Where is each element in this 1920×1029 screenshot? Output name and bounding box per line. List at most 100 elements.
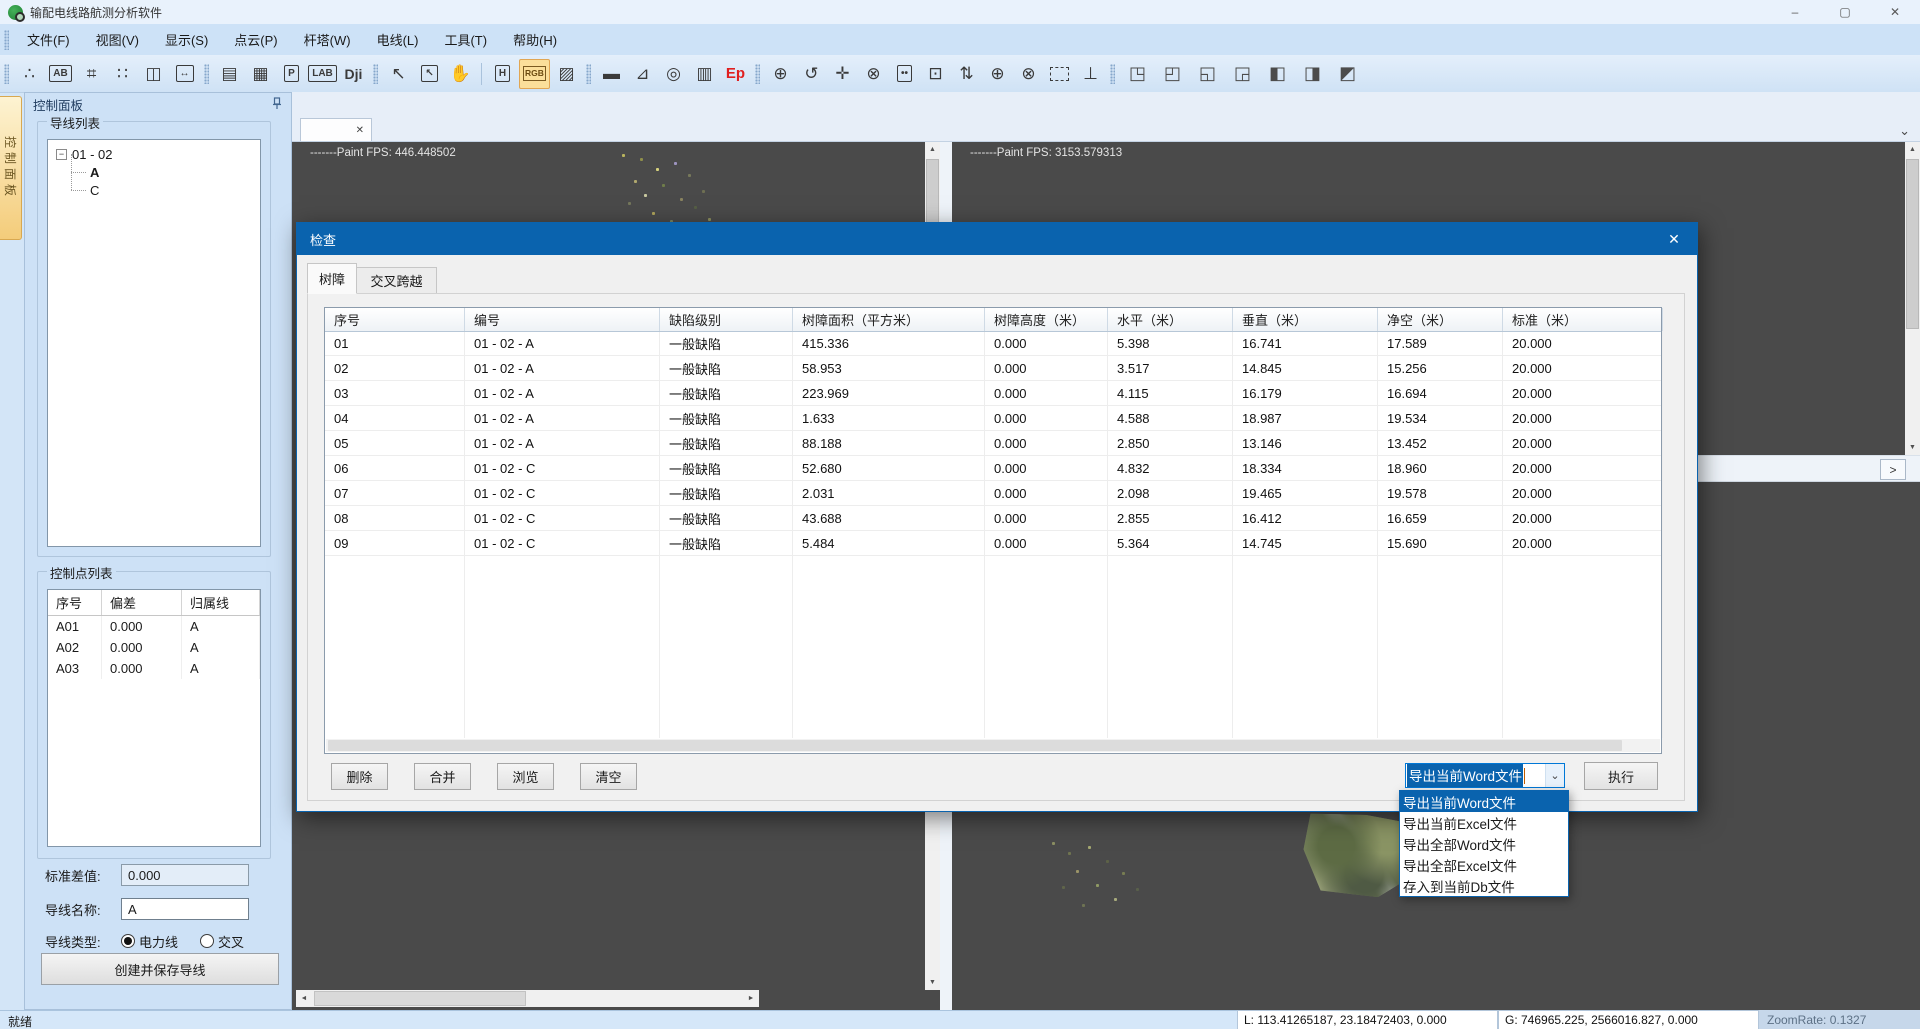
menu-item-display[interactable]: 显示(S) xyxy=(152,24,221,55)
table-row[interactable]: 0101 - 02 - A一般缺陷415.3360.0005.39816.741… xyxy=(325,331,1661,356)
control-point-table[interactable]: 序号偏差归属线 A010.000AA020.000AA030.000A xyxy=(47,589,261,847)
table-row[interactable]: 0301 - 02 - A一般缺陷223.9690.0004.11516.179… xyxy=(325,381,1661,406)
sort-height-icon[interactable]: ⇅ xyxy=(952,60,981,88)
label-list-icon[interactable]: AB xyxy=(46,60,75,88)
menu-item-help[interactable]: 帮助(H) xyxy=(500,24,570,55)
radio-crossing[interactable]: 交叉 xyxy=(200,932,244,951)
lab-tool-icon[interactable]: LAB xyxy=(308,60,337,88)
export-option-5[interactable]: 存入到当前Db文件 xyxy=(1400,875,1568,896)
radio-power-dot[interactable] xyxy=(121,934,135,948)
scroll-left-icon[interactable]: ◄ xyxy=(296,990,312,1007)
defect-table[interactable]: 序号编号缺陷级别树障面积（平方米）树障高度（米）水平（米）垂直（米）净空（米）标… xyxy=(324,307,1662,754)
classify-points-icon[interactable]: ∷ xyxy=(108,60,137,88)
column-header[interactable]: 水平（米） xyxy=(1108,308,1233,331)
hscroll-thumb[interactable] xyxy=(314,991,526,1006)
cube-view-2-icon[interactable]: ◰ xyxy=(1158,60,1187,88)
level-tool-icon[interactable]: ⊥ xyxy=(1076,60,1105,88)
clear-button[interactable]: 清空 xyxy=(580,763,637,790)
create-save-wire-button[interactable]: 创建并保存导线 xyxy=(41,953,279,985)
pan-hand-icon[interactable]: ✋ xyxy=(446,60,475,88)
add-circle-icon[interactable]: ⊕ xyxy=(983,60,1012,88)
table-row[interactable]: 0401 - 02 - A一般缺陷1.6330.0004.58818.98719… xyxy=(325,406,1661,431)
distance-measure-icon[interactable]: •• xyxy=(890,60,919,88)
column-header[interactable]: 缺陷级别 xyxy=(660,308,793,331)
dji-import-icon[interactable]: Dji xyxy=(339,60,368,88)
menu-item-line[interactable]: 电线(L) xyxy=(364,24,432,55)
rgb-render-icon[interactable]: RGB xyxy=(519,59,550,89)
browse-button[interactable]: 浏览 xyxy=(497,763,554,790)
cube-view-1-icon[interactable]: ◳ xyxy=(1123,60,1152,88)
zoom-extents-icon[interactable]: ↖ xyxy=(384,60,413,88)
cube-view-6-icon[interactable]: ◨ xyxy=(1298,60,1327,88)
table-row[interactable]: 0701 - 02 - C一般缺陷2.0310.0002.09819.46519… xyxy=(325,481,1661,506)
std-dev-input[interactable]: 0.000 xyxy=(121,864,249,886)
cube-view-7-icon[interactable]: ◩ xyxy=(1333,60,1362,88)
table-row[interactable]: 0901 - 02 - C一般缺陷5.4840.0005.36414.74515… xyxy=(325,531,1661,556)
dual-view-icon[interactable]: ◫ xyxy=(139,60,168,88)
delete-button[interactable]: 删除 xyxy=(331,763,388,790)
cp-column-header[interactable]: 归属线 xyxy=(182,590,260,615)
point-cloud-file-icon[interactable]: ∴ xyxy=(15,60,44,88)
column-header[interactable]: 垂直（米） xyxy=(1233,308,1378,331)
dash-select-icon[interactable] xyxy=(1045,60,1074,88)
export-option-2[interactable]: 导出当前Excel文件 xyxy=(1400,812,1568,833)
tree-item-A[interactable]: A xyxy=(90,165,260,180)
scroll-up-icon[interactable]: ▲ xyxy=(925,142,940,157)
ruler-icon[interactable]: ▬ xyxy=(597,60,626,88)
menu-item-tool[interactable]: 工具(T) xyxy=(431,24,500,55)
zoom-window-icon[interactable]: ↖ xyxy=(415,60,444,88)
cp-row[interactable]: A010.000A xyxy=(48,616,260,637)
sidebar-tab-control-panel[interactable]: 控制面板 xyxy=(0,96,22,240)
cp-column-header[interactable]: 偏差 xyxy=(102,590,182,615)
radio-power-line[interactable]: 电力线 xyxy=(121,932,178,951)
tree-collapse-icon[interactable]: − xyxy=(56,149,67,160)
column-header[interactable]: 编号 xyxy=(465,308,660,331)
save-file-icon[interactable]: ▦ xyxy=(246,60,275,88)
dialog-close-icon[interactable]: ✕ xyxy=(1651,223,1697,255)
combo-dropdown-icon[interactable]: ⌄ xyxy=(1545,764,1564,787)
undo-view-icon[interactable]: ↺ xyxy=(797,60,826,88)
cube-view-4-icon[interactable]: ◲ xyxy=(1228,60,1257,88)
column-header[interactable]: 序号 xyxy=(325,308,465,331)
fit-window-icon[interactable]: ↔ xyxy=(170,60,199,88)
area-measure-icon[interactable]: ⊿ xyxy=(628,60,657,88)
open-file-icon[interactable]: ▤ xyxy=(215,60,244,88)
tab-crossing[interactable]: 交叉跨越 xyxy=(357,267,437,294)
cube-view-5-icon[interactable]: ◧ xyxy=(1263,60,1292,88)
scroll-down-icon[interactable]: ▼ xyxy=(1905,440,1920,455)
vscroll-thumb[interactable] xyxy=(1906,159,1919,329)
tab-tree-obstacle[interactable]: 树障 xyxy=(307,263,357,294)
document-tab[interactable]: ✕ xyxy=(300,118,372,141)
maximize-icon[interactable]: ▢ xyxy=(1820,0,1870,24)
close-icon[interactable]: ✕ xyxy=(1870,0,1920,24)
select-box-icon[interactable]: ⊡ xyxy=(921,60,950,88)
table-hscroll-thumb[interactable] xyxy=(328,740,1622,751)
table-row[interactable]: 0501 - 02 - A一般缺陷88.1880.0002.85013.1461… xyxy=(325,431,1661,456)
execute-button[interactable]: 执行 xyxy=(1584,762,1658,790)
cp-row[interactable]: A020.000A xyxy=(48,637,260,658)
cube-view-3-icon[interactable]: ◱ xyxy=(1193,60,1222,88)
menu-item-tower[interactable]: 杆塔(W) xyxy=(291,24,364,55)
tree-item-C[interactable]: C xyxy=(90,183,260,198)
ep-tool-icon[interactable]: Ep xyxy=(721,60,750,88)
menu-item-view[interactable]: 视图(V) xyxy=(83,24,152,55)
export-combo[interactable]: 导出当前Word文件 ⌄ xyxy=(1405,763,1565,788)
pin-icon[interactable] xyxy=(271,97,283,113)
column-header[interactable]: 标准（米） xyxy=(1503,308,1663,331)
scroll-down-icon[interactable]: ▼ xyxy=(925,975,940,990)
wire-name-input[interactable]: A xyxy=(121,898,249,920)
image-view-icon[interactable]: ▨ xyxy=(552,60,581,88)
column-header[interactable]: 树障高度（米） xyxy=(985,308,1108,331)
right-viewport-vscrollbar[interactable]: ▲ ▼ xyxy=(1905,142,1920,455)
radio-cross-dot[interactable] xyxy=(200,934,214,948)
export-option-4[interactable]: 导出全部Excel文件 xyxy=(1400,854,1568,875)
scroll-right-icon[interactable]: ► xyxy=(743,990,759,1007)
chevron-down-icon[interactable]: ⌄ xyxy=(1899,127,1910,135)
minimize-icon[interactable]: – xyxy=(1770,0,1820,24)
export-option-1[interactable]: 导出当前Word文件 xyxy=(1400,791,1568,812)
document-tab-close-icon[interactable]: ✕ xyxy=(356,125,364,136)
table-row[interactable]: 0601 - 02 - C一般缺陷52.6800.0004.83218.3341… xyxy=(325,456,1661,481)
move-point-icon[interactable]: ✛ xyxy=(828,60,857,88)
column-header[interactable]: 净空（米） xyxy=(1378,308,1503,331)
zoom-in-point-icon[interactable]: ⊕ xyxy=(766,60,795,88)
